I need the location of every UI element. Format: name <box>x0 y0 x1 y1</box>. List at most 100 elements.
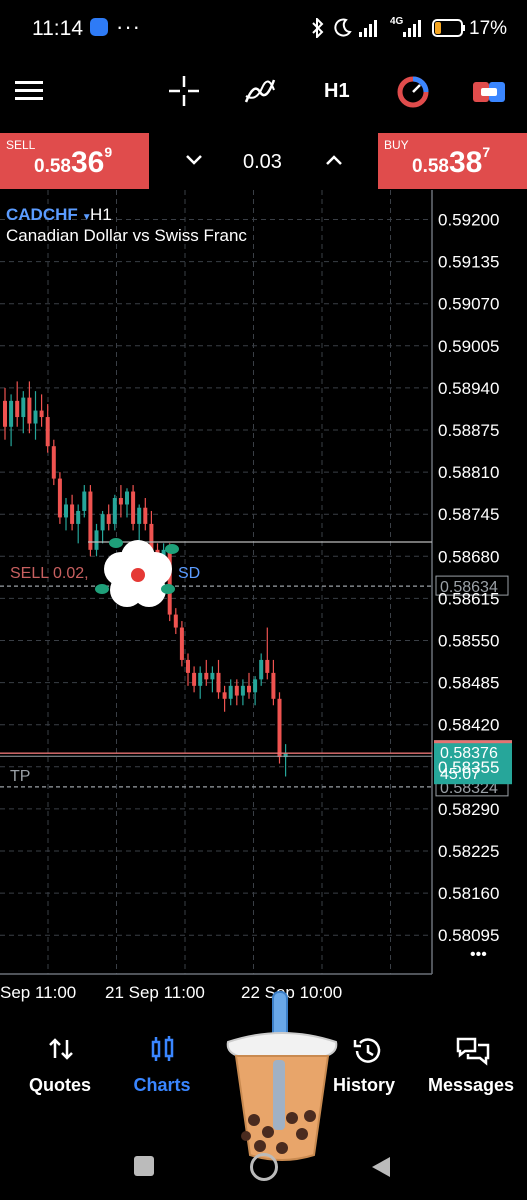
candle-body <box>118 498 123 505</box>
candle-body <box>259 659 264 680</box>
price-tick-label: 0.58940 <box>438 379 499 398</box>
timeframe-button[interactable]: H1 <box>324 80 350 103</box>
position-label: SELL 0.02, <box>10 565 89 582</box>
buy-button[interactable]: BUY 0.58387 <box>378 133 527 189</box>
buy-price: 0.58387 <box>412 144 491 180</box>
sell-label: SELL <box>6 138 36 152</box>
price-tick-label: 0.58355 <box>438 758 499 777</box>
nav-charts[interactable]: Charts <box>110 1030 214 1100</box>
status-time: 11:14 <box>32 17 83 40</box>
back-button[interactable] <box>370 1155 392 1179</box>
candle-body <box>94 530 99 550</box>
nav-messages[interactable]: Messages <box>415 1030 527 1100</box>
signal-icon-2 <box>403 20 421 37</box>
time-tick-label: Sep 11:00 <box>0 983 76 1002</box>
price-tick-label: 0.58095 <box>438 926 499 945</box>
recents-button[interactable] <box>134 1156 154 1176</box>
candle-body <box>204 672 209 680</box>
candle-body <box>131 491 136 524</box>
more-notifications-icon: ··· <box>116 14 141 39</box>
candle-body <box>27 397 32 424</box>
price-tick-label: 0.58160 <box>438 884 499 903</box>
sell-price: 0.58369 <box>34 144 112 180</box>
candle-body <box>57 478 62 518</box>
flower-sticker <box>95 538 179 607</box>
history-icon <box>353 1038 381 1063</box>
symbol-description: Canadian Dollar vs Swiss Franc <box>6 226 247 245</box>
candle-body <box>112 498 117 524</box>
charts-icon <box>151 1036 174 1061</box>
flower-leaf <box>161 584 175 594</box>
quotes-icon <box>49 1038 73 1060</box>
price-tick-label: 0.59135 <box>438 253 499 272</box>
candle-body <box>9 400 14 427</box>
candle-body <box>76 510 81 524</box>
price-tick-label: 0.59005 <box>438 337 499 356</box>
buy-price-sup: 7 <box>482 144 491 160</box>
buy-label: BUY <box>384 138 409 152</box>
candle-body <box>125 491 129 505</box>
chat-notification-icon <box>90 18 108 36</box>
nav-messages-label: Messages <box>427 1075 515 1095</box>
home-button[interactable] <box>250 1153 278 1181</box>
candle-body <box>137 507 142 524</box>
candle-body <box>39 410 44 418</box>
candle-body <box>222 692 227 699</box>
price-tick-label: 0.58550 <box>438 632 499 651</box>
price-chart[interactable]: SELL 0.02, SD0.58634TP0.583240.5837645:07… <box>0 190 527 1012</box>
nav-quotes-label: Quotes <box>28 1075 91 1095</box>
candle-body <box>33 410 38 424</box>
candle-body <box>173 614 178 628</box>
price-tick-label: 0.58810 <box>438 463 499 482</box>
candle-body <box>15 400 20 418</box>
trade-icon[interactable] <box>472 78 506 106</box>
sell-button[interactable]: SELL 0.58369 <box>0 133 149 189</box>
candle-body <box>271 672 276 699</box>
price-tick-label: 0.59200 <box>438 211 499 230</box>
signal-icon <box>359 20 377 37</box>
flower-center <box>131 568 145 582</box>
system-nav-bar <box>0 1135 527 1200</box>
objects-icon[interactable] <box>396 75 430 109</box>
candle-body <box>216 672 221 693</box>
more-options-icon[interactable]: ••• <box>470 946 487 963</box>
time-tick-label: 21 Sep 11:00 <box>105 983 205 1002</box>
flower-leaf <box>95 584 109 594</box>
candle-body <box>106 514 111 524</box>
price-tick-label: 0.58420 <box>438 716 499 735</box>
volume-increase-button[interactable] <box>325 153 343 167</box>
crosshair-icon[interactable] <box>168 75 200 107</box>
candle-body <box>51 446 56 479</box>
symbol-name: CADCHF <box>6 205 78 224</box>
do-not-disturb-moon-icon <box>334 18 352 37</box>
candle-body <box>186 659 190 673</box>
bluetooth-icon <box>312 18 324 38</box>
candle-body <box>253 679 258 693</box>
messages-icon <box>456 1037 490 1066</box>
candle-body <box>88 491 93 550</box>
battery-percent: 17% <box>469 18 508 39</box>
position-label-suffix: SD <box>178 565 200 582</box>
candle-body <box>70 504 75 524</box>
indicators-icon[interactable] <box>244 76 276 106</box>
volume-value[interactable]: 0.03 <box>243 151 282 174</box>
sell-price-big: 36 <box>70 146 105 179</box>
candle-body <box>21 397 26 418</box>
price-tick-label: 0.58680 <box>438 547 499 566</box>
candle-body <box>45 417 50 447</box>
price-tick-label: 0.58745 <box>438 505 499 524</box>
candle-body <box>143 507 148 524</box>
price-axis: 0.59200 0.59135 0.59070 0.59005 0.58940 0.588… <box>438 211 499 946</box>
candle-body <box>265 659 270 673</box>
tp-label: TP <box>10 768 30 785</box>
status-bar: 11:14 ··· 4G 17% <box>0 0 527 58</box>
buy-price-big: 38 <box>448 146 483 179</box>
volume-decrease-button[interactable] <box>185 153 203 167</box>
candle-body <box>228 685 233 699</box>
symbol-label[interactable]: CADCHF ▼ <box>6 205 92 224</box>
flower-leaf <box>109 538 123 548</box>
nav-quotes[interactable]: Quotes <box>8 1030 112 1100</box>
price-tick-label: 0.59070 <box>438 295 499 314</box>
menu-icon[interactable] <box>14 78 44 104</box>
price-tick-label: 0.58485 <box>438 674 499 693</box>
